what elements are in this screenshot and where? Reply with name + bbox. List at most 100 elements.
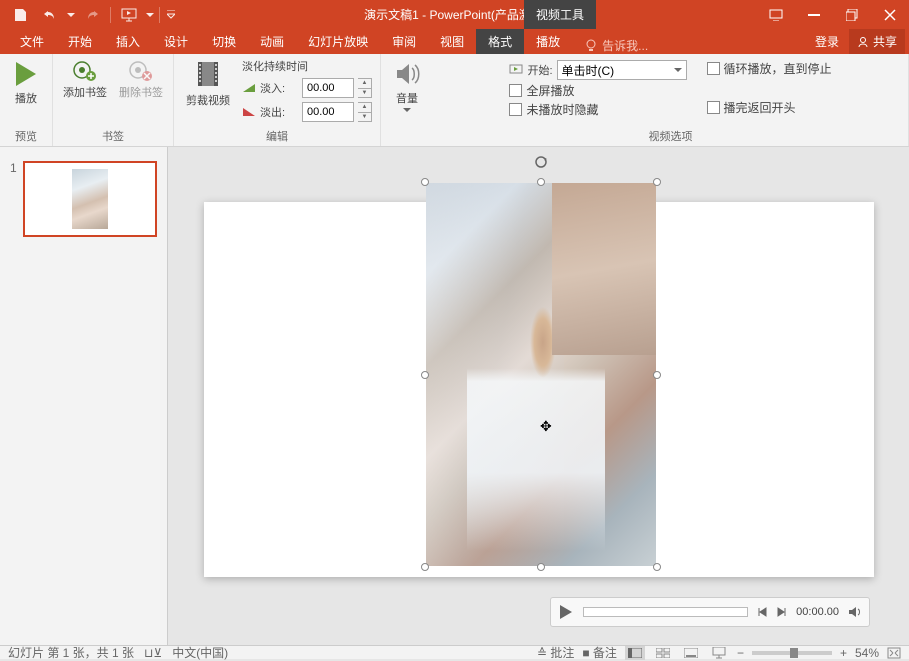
resize-handle-mr[interactable] [653, 371, 661, 379]
video-content [426, 183, 656, 566]
trim-video-button[interactable]: 剪裁视频 [182, 58, 234, 110]
fade-out-input[interactable] [302, 102, 354, 122]
redo-button[interactable] [78, 3, 106, 27]
play-icon [12, 60, 40, 88]
zoom-in-button[interactable]: + [840, 646, 847, 660]
group-video-options: 开始: 单击时(C) 全屏播放 未播放时隐藏 循环播放，直到停止 播完返回开头 … [433, 54, 909, 146]
player-volume-button[interactable] [847, 605, 863, 619]
view-slideshow-button[interactable] [709, 646, 729, 660]
start-select[interactable]: 单击时(C) [557, 60, 687, 80]
share-button[interactable]: 共享 [849, 29, 905, 54]
tab-format[interactable]: 格式 [476, 29, 524, 54]
fade-in-input[interactable] [302, 78, 354, 98]
hide-checkbox[interactable] [509, 103, 522, 116]
chevron-down-icon [403, 108, 411, 112]
start-value: 单击时(C) [562, 62, 615, 79]
zoom-out-button[interactable]: − [737, 646, 744, 660]
fullscreen-checkbox[interactable] [509, 84, 522, 97]
quick-access-toolbar [0, 3, 178, 27]
fade-in-spinner[interactable]: ▲▼ [358, 78, 372, 98]
group-bookmarks-label: 书签 [102, 126, 124, 144]
remove-bookmark-icon [128, 60, 154, 82]
player-time: 00:00.00 [796, 606, 839, 618]
tab-playback[interactable]: 播放 [524, 29, 572, 54]
view-normal-button[interactable] [625, 646, 645, 660]
tab-review[interactable]: 审阅 [380, 29, 428, 54]
fade-out-spinner[interactable]: ▲▼ [358, 102, 372, 122]
status-language[interactable]: 中文(中国) [172, 644, 228, 661]
view-sorter-button[interactable] [653, 646, 673, 660]
save-button[interactable] [6, 3, 34, 27]
tab-slideshow[interactable]: 幻灯片放映 [296, 29, 380, 54]
share-icon [857, 36, 869, 48]
zoom-level[interactable]: 54% [855, 646, 879, 660]
ribbon: 播放 预览 添加书签 删除书签 书签 剪裁视频 淡化持续时间 [0, 54, 909, 147]
rewind-checkbox[interactable] [707, 101, 720, 114]
player-prev-button[interactable] [756, 606, 768, 618]
resize-handle-bm[interactable] [537, 563, 545, 571]
loop-checkbox[interactable] [707, 62, 720, 75]
video-player-bar: 00:00.00 [550, 597, 870, 627]
rotate-handle[interactable] [534, 155, 548, 169]
play-label: 播放 [15, 90, 37, 106]
slide-canvas[interactable]: 00:00.00 [168, 147, 909, 645]
remove-bookmark-button[interactable]: 删除书签 [117, 58, 165, 102]
thumbnail-panel: 1 [0, 147, 168, 645]
start-dropdown[interactable] [145, 3, 155, 27]
hide-label: 未播放时隐藏 [526, 101, 598, 118]
play-button[interactable]: 播放 [8, 58, 44, 108]
fit-window-button[interactable] [887, 647, 901, 659]
status-notes-button[interactable]: ≙ 批注 [537, 644, 574, 661]
group-bookmarks: 添加书签 删除书签 书签 [53, 54, 174, 146]
volume-button[interactable]: 音量 [389, 58, 425, 114]
fade-out-icon [242, 106, 256, 118]
tell-me-search[interactable]: 告诉我... [584, 37, 648, 54]
view-reading-button[interactable] [681, 646, 701, 660]
status-comments-button[interactable]: ■ 备注 [582, 644, 617, 661]
tab-insert[interactable]: 插入 [104, 29, 152, 54]
ribbon-options-button[interactable] [757, 0, 795, 29]
qat-customize[interactable] [164, 3, 178, 27]
contextual-tab-title: 视频工具 [524, 0, 596, 29]
tab-transitions[interactable]: 切换 [200, 29, 248, 54]
player-play-button[interactable] [557, 603, 575, 621]
thumbnail-number: 1 [10, 161, 17, 237]
rewind-label: 播完返回开头 [724, 99, 796, 116]
fade-in-icon [242, 82, 256, 94]
tab-home[interactable]: 开始 [56, 29, 104, 54]
loop-label: 循环播放，直到停止 [724, 60, 832, 77]
login-button[interactable]: 登录 [805, 29, 849, 54]
zoom-slider[interactable] [752, 651, 832, 655]
add-bookmark-button[interactable]: 添加书签 [61, 58, 109, 102]
resize-handle-tl[interactable] [421, 178, 429, 186]
close-button[interactable] [871, 0, 909, 29]
tab-view[interactable]: 视图 [428, 29, 476, 54]
restore-button[interactable] [833, 0, 871, 29]
resize-handle-ml[interactable] [421, 371, 429, 379]
group-editing: 剪裁视频 淡化持续时间 淡入: ▲▼ 淡出: ▲▼ 编辑 [174, 54, 381, 146]
undo-dropdown[interactable] [66, 3, 76, 27]
slide-thumbnail-1[interactable] [23, 161, 157, 237]
player-next-button[interactable] [776, 606, 788, 618]
group-options-label: 视频选项 [649, 126, 693, 144]
workspace: 1 [0, 147, 909, 645]
resize-handle-bl[interactable] [421, 563, 429, 571]
minimize-button[interactable] [795, 0, 833, 29]
group-preview-label: 预览 [15, 126, 37, 144]
video-object[interactable] [426, 183, 656, 566]
fade-title: 淡化持续时间 [242, 58, 372, 74]
resize-handle-br[interactable] [653, 563, 661, 571]
remove-bookmark-label: 删除书签 [119, 84, 163, 100]
start-slideshow-button[interactable] [115, 3, 143, 27]
player-progress[interactable] [583, 607, 748, 617]
lightbulb-icon [584, 39, 598, 53]
slide[interactable] [204, 202, 874, 577]
fade-in-label: 淡入: [260, 80, 298, 96]
tab-file[interactable]: 文件 [8, 29, 56, 54]
trim-label: 剪裁视频 [186, 92, 230, 108]
resize-handle-tr[interactable] [653, 178, 661, 186]
tab-animations[interactable]: 动画 [248, 29, 296, 54]
resize-handle-tm[interactable] [537, 178, 545, 186]
undo-button[interactable] [36, 3, 64, 27]
tab-design[interactable]: 设计 [152, 29, 200, 54]
